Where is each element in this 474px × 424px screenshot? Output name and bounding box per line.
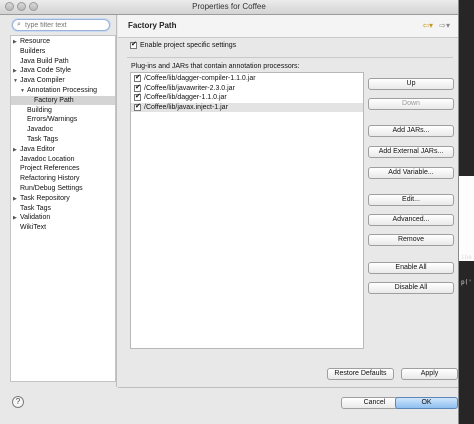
tree-item-label: Javadoc: [27, 126, 54, 134]
jar-enabled-checkbox[interactable]: [134, 92, 141, 101]
down-button[interactable]: Down: [368, 98, 454, 110]
page-title: Factory Path: [128, 21, 177, 30]
tree-item[interactable]: Factory Path: [11, 95, 115, 105]
tree-item[interactable]: WikiText: [11, 223, 115, 232]
tree-item-label: Builders: [20, 47, 46, 55]
collapsed-triangle-icon[interactable]: ▶: [13, 38, 20, 47]
search-icon: ⌕: [17, 21, 21, 28]
add-variable-button[interactable]: Add Variable...: [368, 167, 454, 179]
tree-item-label: Task Tags: [20, 204, 51, 212]
title-bar: Properties for Coffee: [0, 0, 458, 15]
apply-button[interactable]: Apply: [401, 368, 458, 380]
history-nav: ⇦▾ ⇨▾: [422, 21, 450, 30]
add-external-jars-button[interactable]: Add External JARs...: [368, 146, 454, 158]
tree-item-label: Errors/Warnings: [27, 116, 78, 124]
tree-item-label: Task Repository: [20, 194, 70, 202]
background-code-text: ibe: [461, 254, 472, 261]
remove-button[interactable]: Remove: [368, 234, 454, 246]
enable-project-settings-checkbox[interactable]: [130, 40, 137, 49]
jar-enabled-checkbox[interactable]: [134, 102, 141, 111]
tree-item[interactable]: Task Tags: [11, 135, 115, 144]
add-jars-button[interactable]: Add JARs...: [368, 125, 454, 137]
expanded-triangle-icon[interactable]: ▼: [13, 77, 20, 86]
jar-enabled-checkbox[interactable]: [134, 73, 141, 82]
enable-project-settings-label: Enable project specific settings: [140, 42, 237, 49]
jar-list-item[interactable]: /Coffee/lib/dagger-1.1.0.jar: [131, 92, 363, 102]
ok-button[interactable]: OK: [395, 397, 458, 409]
tree-item[interactable]: Run/Debug Settings: [11, 184, 115, 193]
tree-item-label: Validation: [20, 214, 51, 222]
tree-item[interactable]: ▼ Annotation Processing: [11, 86, 115, 95]
tree-item[interactable]: Javadoc: [11, 125, 115, 134]
tree-item[interactable]: ▶ Task Repository: [11, 194, 115, 203]
collapsed-triangle-icon[interactable]: ▶: [13, 195, 20, 204]
tree-item[interactable]: ▶ Java Code Style: [11, 66, 115, 75]
edit-button[interactable]: Edit...: [368, 194, 454, 206]
advanced-button[interactable]: Advanced...: [368, 214, 454, 226]
preference-tree[interactable]: ▶ Resource Builders Java Build Path ▶ Java Co…: [10, 35, 116, 382]
jar-path: /Coffee/lib/dagger-1.1.0.jar: [144, 94, 227, 101]
tree-item[interactable]: ▶ Resource: [11, 37, 115, 46]
forward-arrow-icon[interactable]: ⇨▾: [439, 21, 450, 30]
tree-item-label: WikiText: [20, 224, 47, 232]
tree-item-label: Java Build Path: [20, 57, 69, 65]
jar-list-item[interactable]: /Coffee/lib/javawriter-2.3.0.jar: [131, 83, 363, 93]
jar-path: /Coffee/lib/dagger-compiler-1.1.0.jar: [144, 75, 256, 82]
tree-item-label: Run/Debug Settings: [20, 185, 83, 192]
collapsed-triangle-icon[interactable]: ▶: [13, 67, 20, 76]
help-icon[interactable]: ?: [12, 396, 24, 408]
disable-all-button[interactable]: Disable All: [368, 282, 454, 294]
tree-item-label: Java Code Style: [20, 67, 71, 75]
jar-list[interactable]: /Coffee/lib/dagger-compiler-1.1.0.jar/Co…: [130, 72, 364, 349]
tree-item-label: Java Editor: [20, 145, 56, 153]
jar-enabled-checkbox[interactable]: [134, 83, 141, 92]
restore-defaults-button[interactable]: Restore Defaults: [327, 368, 394, 380]
background-editor-window: ibe p(': [459, 0, 474, 424]
footer-separator: [118, 387, 458, 388]
tree-item-label: Javadoc Location: [20, 155, 75, 163]
tree-item-label: Resource: [20, 38, 50, 45]
enable-all-button[interactable]: Enable All: [368, 262, 454, 274]
tree-item-label: Project References: [20, 165, 80, 173]
tree-item[interactable]: Errors/Warnings: [11, 115, 115, 124]
tree-item[interactable]: Refactoring History: [11, 174, 115, 183]
tree-item[interactable]: Java Build Path: [11, 57, 115, 66]
filter-field[interactable]: ⌕: [12, 19, 110, 31]
tree-item[interactable]: Javadoc Location: [11, 155, 115, 164]
page-header: Factory Path ⇦▾ ⇨▾: [118, 15, 458, 38]
tree-item-label: Annotation Processing: [27, 87, 98, 94]
tree-item-label: Task Tags: [27, 136, 58, 143]
jar-path: /Coffee/lib/javax.inject-1.jar: [144, 103, 228, 111]
tree-item[interactable]: Building: [11, 106, 115, 115]
tree-item-label: Factory Path: [34, 96, 74, 104]
collapsed-triangle-icon[interactable]: ▶: [13, 214, 20, 223]
tree-item[interactable]: ▶ Java Editor: [11, 145, 115, 154]
jar-path: /Coffee/lib/javawriter-2.3.0.jar: [144, 84, 235, 92]
background-code-text: p(': [461, 279, 472, 286]
jar-list-item[interactable]: /Coffee/lib/dagger-compiler-1.1.0.jar: [131, 73, 363, 83]
window-title: Properties for Coffee: [192, 2, 266, 11]
properties-dialog: Properties for Coffee ⌕ ▶ResourceBuilder…: [0, 0, 459, 424]
tree-item[interactable]: Task Tags: [11, 204, 115, 213]
tree-item[interactable]: ▶ Validation: [11, 213, 115, 222]
tree-item[interactable]: Builders: [11, 47, 115, 56]
jar-list-item[interactable]: /Coffee/lib/javax.inject-1.jar: [131, 102, 363, 112]
tree-item[interactable]: ▼ Java Compiler: [11, 76, 115, 85]
tree-item-label: Java Compiler: [20, 77, 65, 85]
split-divider[interactable]: [116, 15, 117, 387]
tree-item[interactable]: Project References: [11, 164, 115, 173]
collapsed-triangle-icon[interactable]: ▶: [13, 146, 20, 155]
back-arrow-icon[interactable]: ⇦▾: [422, 21, 433, 30]
tree-item-label: Building: [27, 106, 52, 114]
up-button[interactable]: Up: [368, 78, 454, 90]
tree-item-label: Refactoring History: [20, 175, 80, 183]
jar-list-caption: Plug-ins and JARs that contain annotatio…: [131, 63, 300, 70]
separator: [127, 57, 453, 58]
filter-input[interactable]: [25, 21, 105, 30]
background-editor-pane: [459, 176, 474, 261]
expanded-triangle-icon[interactable]: ▼: [20, 87, 27, 96]
